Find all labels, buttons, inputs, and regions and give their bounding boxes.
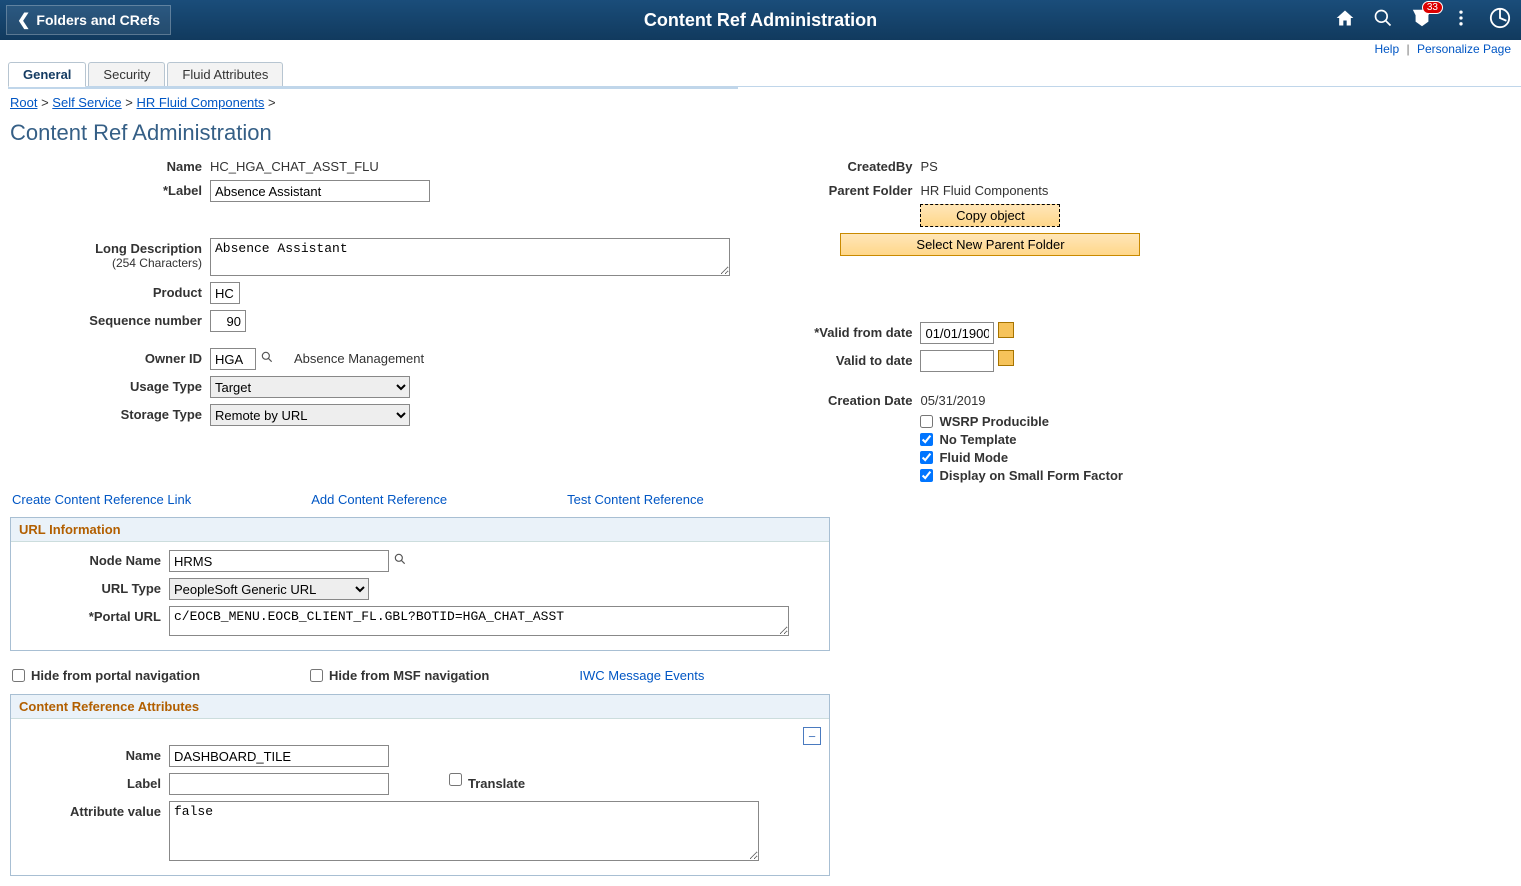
lbl-attr-label: Label: [19, 773, 169, 791]
input-long-desc[interactable]: Absence Assistant: [210, 238, 730, 276]
lbl-parent: Parent Folder: [760, 180, 920, 198]
lbl-wsrp: WSRP Producible: [939, 414, 1049, 429]
tab-strip: General Security Fluid Attributes: [8, 62, 1521, 87]
lbl-node: Node Name: [19, 550, 169, 568]
copy-object-button[interactable]: Copy object: [920, 204, 1060, 227]
lbl-translate: Translate: [462, 773, 533, 791]
section-attrs: Content Reference Attributes − Name Labe…: [10, 694, 830, 876]
cb-hidemsf[interactable]: [310, 669, 323, 682]
val-parent: HR Fluid Components: [920, 180, 1048, 198]
lbl-urltype: URL Type: [19, 578, 169, 596]
top-aux-links: Help | Personalize Page: [0, 40, 1521, 58]
link-create-ref[interactable]: Create Content Reference Link: [12, 492, 191, 507]
lbl-fluid: Fluid Mode: [939, 450, 1008, 465]
input-product[interactable]: [210, 282, 240, 304]
back-button[interactable]: ❮ Folders and CRefs: [6, 5, 171, 35]
lbl-chars: (254 Characters): [10, 256, 210, 270]
calendar-icon-from[interactable]: [998, 322, 1014, 338]
select-parent-button[interactable]: Select New Parent Folder: [840, 233, 1140, 256]
input-seq[interactable]: [210, 310, 246, 332]
page-title: Content Ref Administration: [0, 116, 1521, 156]
nav-icon[interactable]: [1489, 7, 1511, 34]
input-attr-val[interactable]: false: [169, 801, 759, 861]
action-links-row: Create Content Reference Link Add Conten…: [0, 486, 1521, 513]
lookup-node-icon[interactable]: [393, 550, 407, 566]
help-link[interactable]: Help: [1374, 42, 1399, 56]
lookup-owner-icon[interactable]: [260, 348, 274, 364]
link-test-ref[interactable]: Test Content Reference: [567, 492, 704, 507]
back-label: Folders and CRefs: [36, 12, 160, 28]
lbl-owner: Owner ID: [10, 348, 210, 366]
lbl-portalurl: *Portal URL: [19, 606, 169, 624]
section-url-info: URL Information Node Name URL Type Peopl…: [10, 517, 830, 651]
val-cdate: 05/31/2019: [920, 390, 985, 408]
val-name: HC_HGA_CHAT_ASST_FLU: [210, 156, 379, 174]
search-icon[interactable]: [1373, 8, 1393, 33]
lbl-createdby: CreatedBy: [760, 156, 920, 174]
tab-fluid-attributes[interactable]: Fluid Attributes: [167, 62, 283, 86]
input-vto[interactable]: [920, 350, 994, 372]
lbl-small: Display on Small Form Factor: [939, 468, 1123, 483]
cb-small[interactable]: [920, 469, 933, 482]
home-icon[interactable]: [1335, 8, 1355, 33]
personalize-link[interactable]: Personalize Page: [1417, 42, 1511, 56]
select-urltype[interactable]: PeopleSoft Generic URL: [169, 578, 369, 600]
lbl-name: Name: [10, 156, 210, 174]
page-header-title: Content Ref Administration: [644, 10, 877, 31]
delete-attr-button[interactable]: −: [803, 727, 821, 745]
lbl-usage: Usage Type: [10, 376, 210, 394]
link-iwc[interactable]: IWC Message Events: [579, 668, 704, 683]
lbl-long-desc: Long Description: [10, 238, 210, 256]
notif-badge: 33: [1422, 1, 1443, 14]
notifications-icon[interactable]: 33: [1411, 7, 1433, 34]
lbl-storage: Storage Type: [10, 404, 210, 422]
lbl-product: Product: [10, 282, 210, 300]
actions-menu-icon[interactable]: [1451, 8, 1471, 33]
calendar-icon-to[interactable]: [998, 350, 1014, 366]
lbl-hidemsf: Hide from MSF navigation: [329, 668, 489, 683]
input-label[interactable]: [210, 180, 430, 202]
crumb-hr-fluid[interactable]: HR Fluid Components: [137, 95, 265, 110]
tab-security[interactable]: Security: [88, 62, 165, 86]
section-title-attrs: Content Reference Attributes: [11, 695, 829, 719]
cb-notemplate[interactable]: [920, 433, 933, 446]
select-usage[interactable]: Target: [210, 376, 410, 398]
cb-wsrp[interactable]: [920, 415, 933, 428]
lbl-vto: Valid to date: [760, 350, 920, 368]
lbl-seq: Sequence number: [10, 310, 210, 328]
val-owner-desc: Absence Management: [294, 348, 424, 366]
input-attr-name[interactable]: [169, 745, 389, 767]
lbl-attr-name: Name: [19, 745, 169, 763]
cb-translate[interactable]: [449, 773, 462, 786]
chevron-left-icon: ❮: [17, 10, 30, 30]
nav-hide-row: Hide from portal navigation Hide from MS…: [0, 661, 1521, 690]
input-attr-label[interactable]: [169, 773, 389, 795]
input-node[interactable]: [169, 550, 389, 572]
header-action-icons: 33: [1335, 7, 1521, 34]
input-vfrom[interactable]: [920, 322, 994, 344]
lbl-cdate: Creation Date: [760, 390, 920, 408]
section-title-url: URL Information: [11, 518, 829, 542]
input-portalurl[interactable]: c/EOCB_MENU.EOCB_CLIENT_FL.GBL?BOTID=HGA…: [169, 606, 789, 636]
select-storage[interactable]: Remote by URL: [210, 404, 410, 426]
lbl-hidenav: Hide from portal navigation: [31, 668, 200, 683]
crumb-self-service[interactable]: Self Service: [52, 95, 121, 110]
link-add-ref[interactable]: Add Content Reference: [311, 492, 447, 507]
lbl-vfrom: *Valid from date: [760, 322, 920, 340]
cb-hidenav[interactable]: [12, 669, 25, 682]
input-owner[interactable]: [210, 348, 256, 370]
crumb-root[interactable]: Root: [10, 95, 37, 110]
lbl-attr-val: Attribute value: [19, 801, 169, 819]
lbl-label: *Label: [10, 180, 210, 198]
tab-general[interactable]: General: [8, 62, 86, 87]
breadcrumb: Root > Self Service > HR Fluid Component…: [0, 89, 1521, 116]
cb-fluid[interactable]: [920, 451, 933, 464]
val-createdby: PS: [920, 156, 937, 174]
app-header: ❮ Folders and CRefs Content Ref Administ…: [0, 0, 1521, 40]
lbl-notemplate: No Template: [939, 432, 1016, 447]
